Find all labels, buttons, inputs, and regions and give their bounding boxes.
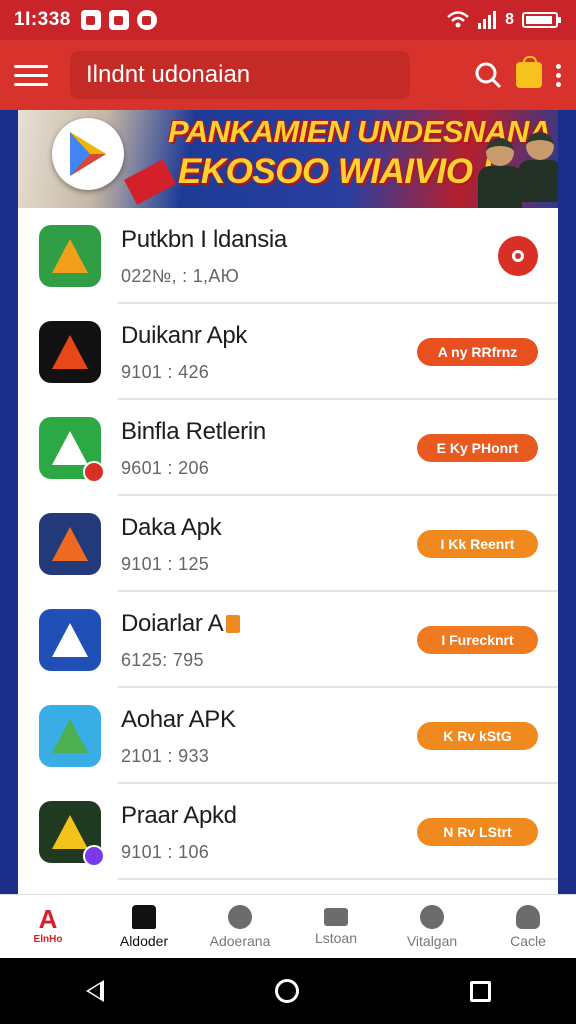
banner-flag-graphic — [124, 159, 176, 205]
list-item[interactable]: Daka Apk 9101 : 125 I Kk Reenrt — [18, 496, 558, 592]
app-icon — [39, 513, 101, 575]
banner-headline: PANKAMIEN UNDESNANA — [168, 114, 551, 149]
app-logo-icon: A — [38, 904, 58, 934]
app-bar: Ilndnt udonaian — [0, 40, 576, 110]
more-options-icon[interactable] — [556, 63, 562, 87]
app-icon — [39, 609, 101, 671]
house-icon — [132, 904, 156, 929]
status-right: 8 — [447, 11, 562, 29]
install-button[interactable]: I Furecknrt — [417, 626, 538, 654]
mail-icon — [324, 907, 348, 926]
nav-label: Lstoan — [314, 929, 358, 946]
app-bar-actions — [474, 56, 562, 89]
search-field[interactable]: Ilndnt udonaian — [70, 51, 410, 99]
app-icon — [39, 321, 101, 383]
list-item[interactable]: Duikanr Apk 9101 : 426 A ny RRfrnz — [18, 304, 558, 400]
app-icon — [39, 801, 105, 867]
hamburger-menu-icon[interactable] — [14, 58, 48, 92]
banner-soldier-figure — [518, 132, 558, 202]
bottom-navigation: A ElnHo Aldoder Adoerana Lstoan Vitalgan… — [0, 894, 576, 958]
play-store-logo-icon — [52, 118, 124, 190]
nav-item-download[interactable]: Aldoder — [96, 895, 192, 958]
list-item[interactable]: Praar Apkd 9101 : 106 N Rv LStrt — [18, 784, 558, 880]
signal-icon — [478, 11, 497, 29]
list-item[interactable]: Binfla Retlerin 9601 : 206 Е Ky PHonrt — [18, 400, 558, 496]
install-button[interactable]: I Kk Reenrt — [417, 530, 538, 558]
nav-item-home-logo[interactable]: A ElnHo — [0, 895, 96, 958]
games-icon — [420, 904, 444, 929]
app-icon — [39, 417, 105, 483]
status-bar: 1Ӏ:338 8 — [0, 0, 576, 40]
notification-icons — [80, 10, 157, 30]
app-icon — [39, 705, 101, 767]
install-button[interactable]: N Rv LStrt — [417, 818, 538, 846]
nav-label: Vitalgan — [406, 932, 458, 949]
status-time: 1Ӏ:338 — [14, 9, 71, 30]
list-item[interactable]: Aohar APK 2101 : 933 K Rv kStG — [18, 688, 558, 784]
nav-label: ElnHo — [33, 934, 63, 945]
wifi-icon — [447, 11, 469, 28]
person-icon — [516, 904, 540, 929]
app-list: Putkbn I ldansia 022№, : 1,AЮ Duikanr Ap… — [18, 208, 558, 898]
app-icon — [39, 225, 101, 287]
nav-label: Cacle — [510, 932, 546, 949]
banner-subheadline: EKOSOO WIAIVIO I — [178, 152, 491, 191]
app-name: Putkbn I ldansia — [121, 225, 287, 253]
home-icon[interactable] — [274, 979, 299, 1003]
promo-banner[interactable]: PANKAMIEN UNDESNANA EKOSOO WIAIVIO I — [18, 110, 558, 208]
battery-percent: 8 — [505, 11, 514, 28]
notification-icon — [80, 10, 101, 30]
list-item[interactable]: Doiarlar A 6125: 795 I Furecknrt — [18, 592, 558, 688]
nav-label: Adoerana — [209, 932, 271, 949]
nav-item-games[interactable]: Vitalgan — [384, 895, 480, 958]
app-name-badge-icon — [226, 614, 241, 633]
nav-item-mail[interactable]: Lstoan — [288, 895, 384, 958]
install-button[interactable]: K Rv kStG — [417, 722, 538, 750]
banner-soldier-figure — [478, 138, 522, 208]
search-field-text: Ilndnt udonaian — [86, 61, 251, 88]
search-icon[interactable] — [474, 61, 502, 89]
share-button-icon[interactable] — [498, 236, 538, 276]
recent-apps-icon[interactable] — [469, 980, 491, 1002]
nav-item-profile[interactable]: Cacle — [480, 895, 576, 958]
list-item[interactable]: Putkbn I ldansia 022№, : 1,AЮ — [18, 208, 558, 304]
install-button[interactable]: Е Ky PHonrt — [417, 434, 538, 462]
nav-label: Aldoder — [119, 932, 169, 949]
battery-icon — [522, 12, 561, 28]
notification-icon — [136, 10, 157, 30]
notification-icon — [108, 10, 129, 30]
install-button[interactable]: A ny RRfrnz — [417, 338, 538, 366]
nav-item-chat[interactable]: Adoerana — [192, 895, 288, 958]
system-navigation-bar — [0, 958, 576, 1024]
shopping-bag-icon[interactable] — [516, 56, 542, 88]
app-meta: 022№, : 1,AЮ — [121, 265, 240, 286]
back-icon[interactable] — [85, 980, 104, 1002]
chat-icon — [228, 904, 252, 929]
